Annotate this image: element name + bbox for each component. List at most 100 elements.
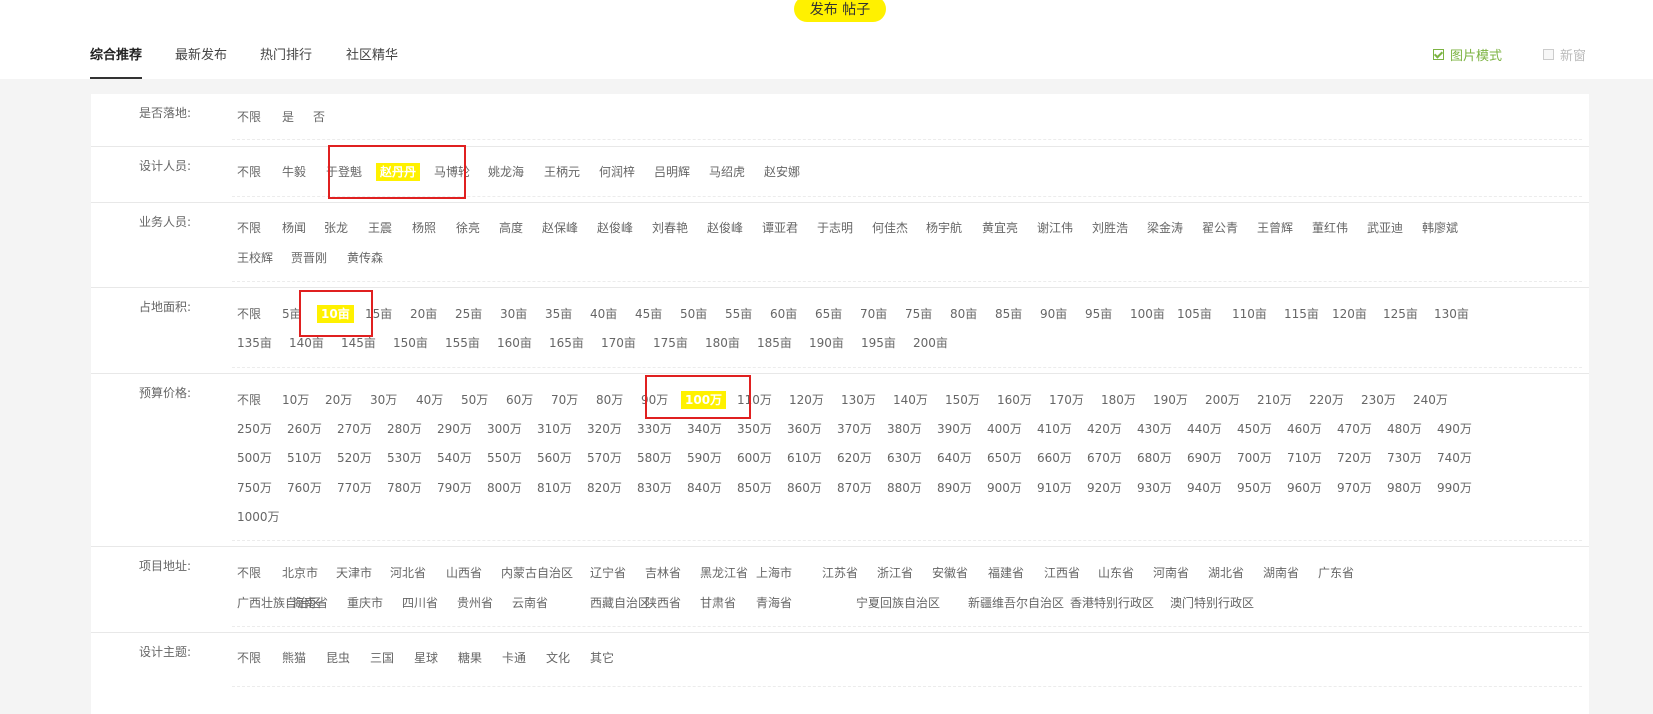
filter-option[interactable]: 其它 xyxy=(590,649,614,667)
filter-option[interactable]: 430万 xyxy=(1137,420,1172,438)
filter-option[interactable]: 470万 xyxy=(1337,420,1372,438)
filter-option[interactable]: 5亩 xyxy=(282,305,302,323)
filter-option[interactable]: 450万 xyxy=(1237,420,1272,438)
filter-option[interactable]: 何佳杰 xyxy=(872,219,908,237)
filter-option[interactable]: 170万 xyxy=(1049,391,1084,409)
filter-option[interactable]: 100万 xyxy=(681,391,727,409)
filter-option[interactable]: 湖南省 xyxy=(1263,564,1299,582)
filter-option[interactable]: 陕西省 xyxy=(645,594,681,612)
filter-option[interactable]: 高度 xyxy=(499,219,523,237)
filter-option[interactable]: 940万 xyxy=(1187,479,1222,497)
filter-option[interactable]: 新疆维吾尔自治区 xyxy=(968,594,1064,612)
filter-option[interactable]: 750万 xyxy=(237,479,272,497)
filter-option[interactable]: 不限 xyxy=(237,163,261,181)
filter-option[interactable]: 80万 xyxy=(596,391,623,409)
filter-option[interactable]: 490万 xyxy=(1437,420,1472,438)
filter-option[interactable]: 340万 xyxy=(687,420,722,438)
filter-option[interactable]: 吕明辉 xyxy=(654,163,690,181)
filter-option[interactable]: 上海市 xyxy=(756,564,792,582)
filter-option[interactable]: 200亩 xyxy=(913,334,948,352)
filter-option[interactable]: 620万 xyxy=(837,449,872,467)
filter-option[interactable]: 540万 xyxy=(437,449,472,467)
filter-option[interactable]: 250万 xyxy=(237,420,272,438)
filter-option[interactable]: 260万 xyxy=(287,420,322,438)
filter-option[interactable]: 杨闻 xyxy=(282,219,306,237)
filter-option[interactable]: 190万 xyxy=(1153,391,1188,409)
filter-option[interactable]: 河南省 xyxy=(1153,564,1189,582)
filter-option[interactable]: 520万 xyxy=(337,449,372,467)
filter-option[interactable]: 90亩 xyxy=(1040,305,1067,323)
filter-option[interactable]: 300万 xyxy=(487,420,522,438)
filter-option[interactable]: 110亩 xyxy=(1232,305,1267,323)
filter-option[interactable]: 600万 xyxy=(737,449,772,467)
filter-option[interactable]: 杨照 xyxy=(412,219,436,237)
filter-option[interactable]: 星球 xyxy=(414,649,438,667)
filter-option[interactable]: 390万 xyxy=(937,420,972,438)
filter-option[interactable]: 360万 xyxy=(787,420,822,438)
filter-option[interactable]: 浙江省 xyxy=(877,564,913,582)
filter-option[interactable]: 690万 xyxy=(1187,449,1222,467)
filter-option[interactable]: 380万 xyxy=(887,420,922,438)
filter-option[interactable]: 45亩 xyxy=(635,305,662,323)
filter-option[interactable]: 30亩 xyxy=(500,305,527,323)
filter-option[interactable]: 860万 xyxy=(787,479,822,497)
filter-option[interactable]: 170亩 xyxy=(601,334,636,352)
filter-option[interactable]: 10万 xyxy=(282,391,309,409)
filter-option[interactable]: 宁夏回族自治区 xyxy=(856,594,940,612)
tab-featured[interactable]: 社区精华 xyxy=(346,44,398,79)
filter-option[interactable]: 不限 xyxy=(237,649,261,667)
filter-option[interactable]: 武亚迪 xyxy=(1367,219,1403,237)
filter-option[interactable]: 50万 xyxy=(461,391,488,409)
filter-option[interactable]: 210万 xyxy=(1257,391,1292,409)
filter-option[interactable]: 不限 xyxy=(237,305,261,323)
filter-option[interactable]: 130万 xyxy=(841,391,876,409)
filter-option[interactable]: 110万 xyxy=(737,391,772,409)
filter-option[interactable]: 50亩 xyxy=(680,305,707,323)
filter-option[interactable]: 不限 xyxy=(237,108,261,126)
filter-option[interactable]: 580万 xyxy=(637,449,672,467)
filter-option[interactable]: 70亩 xyxy=(860,305,887,323)
filter-option[interactable]: 不限 xyxy=(237,219,261,237)
filter-option[interactable]: 650万 xyxy=(987,449,1022,467)
filter-option[interactable]: 10亩 xyxy=(317,305,354,323)
filter-option[interactable]: 330万 xyxy=(637,420,672,438)
filter-option[interactable]: 95亩 xyxy=(1085,305,1112,323)
filter-option[interactable]: 赵丹丹 xyxy=(376,163,421,181)
filter-option[interactable]: 江苏省 xyxy=(822,564,858,582)
filter-option[interactable]: 贾晋刚 xyxy=(291,249,327,267)
filter-option[interactable]: 赵保峰 xyxy=(542,219,578,237)
filter-option[interactable]: 320万 xyxy=(587,420,622,438)
filter-option[interactable]: 220万 xyxy=(1309,391,1344,409)
filter-option[interactable]: 40万 xyxy=(416,391,443,409)
filter-option[interactable]: 韩廖斌 xyxy=(1422,219,1458,237)
filter-option[interactable]: 240万 xyxy=(1413,391,1448,409)
tab-latest[interactable]: 最新发布 xyxy=(175,44,227,79)
filter-option[interactable]: 王曾辉 xyxy=(1257,219,1293,237)
filter-option[interactable]: 180亩 xyxy=(705,334,740,352)
filter-option[interactable]: 660万 xyxy=(1037,449,1072,467)
filter-option[interactable]: 420万 xyxy=(1087,420,1122,438)
filter-option[interactable]: 卡通 xyxy=(502,649,526,667)
filter-option[interactable]: 不限 xyxy=(237,564,261,582)
filter-option[interactable]: 谭亚君 xyxy=(762,219,798,237)
filter-option[interactable]: 930万 xyxy=(1137,479,1172,497)
filter-option[interactable]: 王柄元 xyxy=(544,163,580,181)
filter-option[interactable]: 900万 xyxy=(987,479,1022,497)
filter-option[interactable]: 700万 xyxy=(1237,449,1272,467)
filter-option[interactable]: 翟公青 xyxy=(1202,219,1238,237)
filter-option[interactable]: 北京市 xyxy=(282,564,318,582)
filter-option[interactable]: 广东省 xyxy=(1318,564,1354,582)
filter-option[interactable]: 赵俊峰 xyxy=(707,219,743,237)
filter-option[interactable]: 630万 xyxy=(887,449,922,467)
filter-option[interactable]: 梁金涛 xyxy=(1147,219,1183,237)
filter-option[interactable]: 440万 xyxy=(1187,420,1222,438)
filter-option[interactable]: 950万 xyxy=(1237,479,1272,497)
filter-option[interactable]: 糖果 xyxy=(458,649,482,667)
filter-option[interactable]: 文化 xyxy=(546,649,570,667)
filter-option[interactable]: 160亩 xyxy=(497,334,532,352)
filter-option[interactable]: 昆虫 xyxy=(326,649,350,667)
filter-option[interactable]: 780万 xyxy=(387,479,422,497)
filter-option[interactable]: 145亩 xyxy=(341,334,376,352)
filter-option[interactable]: 530万 xyxy=(387,449,422,467)
filter-option[interactable]: 130亩 xyxy=(1434,305,1469,323)
